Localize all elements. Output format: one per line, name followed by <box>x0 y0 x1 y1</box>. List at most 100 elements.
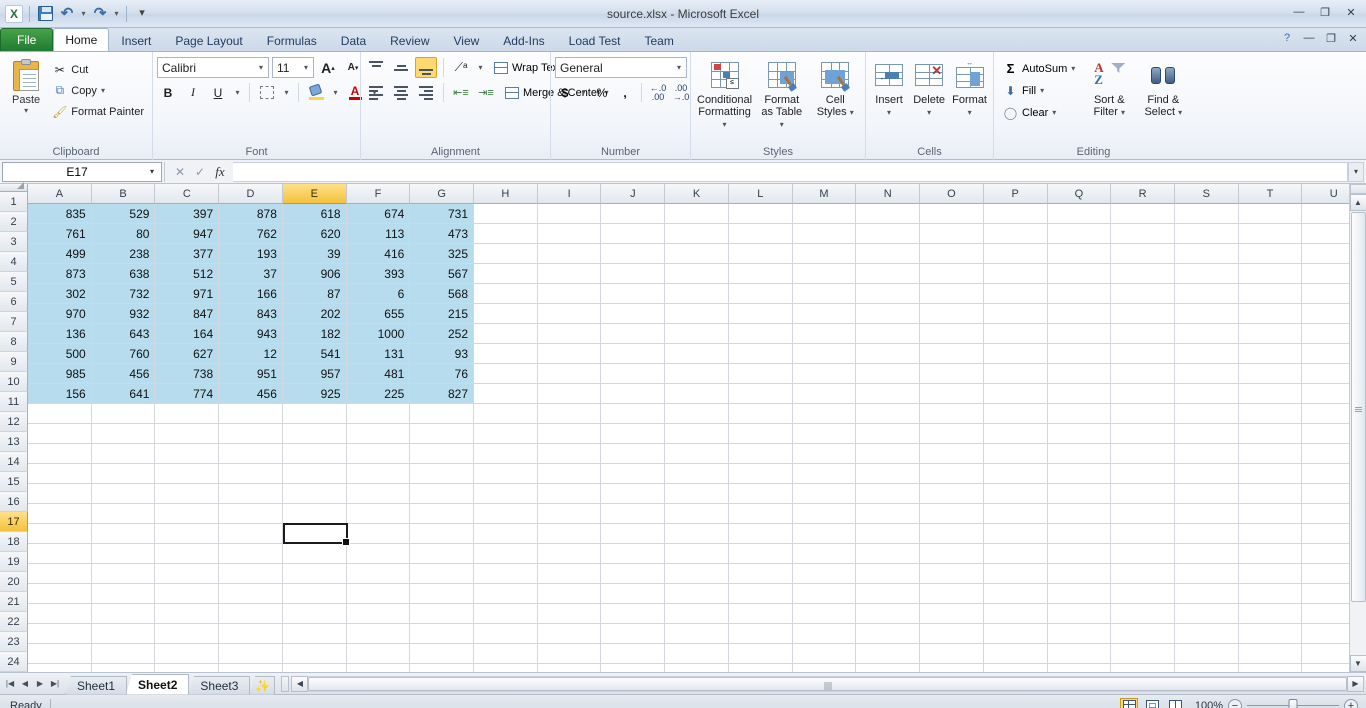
cell-B18[interactable] <box>91 544 156 564</box>
cell-M1[interactable] <box>792 204 857 224</box>
sort-and-filter-button[interactable]: A Z Sort & Filter ▾ <box>1084 57 1134 122</box>
cell-J11[interactable] <box>601 404 666 424</box>
cell-S8[interactable] <box>1174 344 1239 364</box>
column-header-a[interactable]: A <box>28 184 92 204</box>
cell-O14[interactable] <box>920 464 984 484</box>
cell-L24[interactable] <box>728 664 793 672</box>
row-header-19[interactable]: 19 <box>0 552 28 572</box>
orientation-caret-icon[interactable]: ▾ <box>475 57 486 78</box>
sheet-tab-sheet3[interactable]: Sheet3 <box>188 675 251 695</box>
cell-D7[interactable]: 943 <box>219 324 283 344</box>
cell-B16[interactable] <box>91 504 156 524</box>
column-header-f[interactable]: F <box>346 184 411 204</box>
cell-L11[interactable] <box>728 404 793 424</box>
zoom-in-button[interactable]: + <box>1344 698 1358 708</box>
cell-S13[interactable] <box>1174 444 1239 464</box>
cell-D8[interactable]: 12 <box>219 344 283 364</box>
cell-styles-caret-icon[interactable]: ▾ <box>850 108 854 117</box>
cell-R21[interactable] <box>1111 604 1175 624</box>
cell-C10[interactable]: 774 <box>155 384 220 404</box>
cell-I21[interactable] <box>537 604 602 624</box>
zoom-slider[interactable] <box>1247 698 1339 708</box>
cell-A2[interactable]: 761 <box>28 224 92 244</box>
cell-G20[interactable] <box>410 584 475 604</box>
orientation-button[interactable]: ⟋ᵃ <box>450 57 472 78</box>
page-break-view-button[interactable] <box>1166 698 1184 708</box>
cell-G13[interactable] <box>410 444 475 464</box>
cell-A21[interactable] <box>28 604 92 624</box>
cell-M5[interactable] <box>792 284 857 304</box>
cell-H12[interactable] <box>474 424 538 444</box>
cell-B6[interactable]: 932 <box>91 304 156 324</box>
cell-R11[interactable] <box>1111 404 1175 424</box>
cell-L8[interactable] <box>728 344 793 364</box>
cell-F13[interactable] <box>346 444 411 464</box>
cell-K2[interactable] <box>665 224 729 244</box>
cell-K4[interactable] <box>665 264 729 284</box>
cell-K21[interactable] <box>665 604 729 624</box>
cell-F19[interactable] <box>346 564 411 584</box>
cell-F6[interactable]: 655 <box>346 304 411 324</box>
cell-O11[interactable] <box>920 404 984 424</box>
cell-P2[interactable] <box>983 224 1048 244</box>
cell-I12[interactable] <box>537 424 602 444</box>
align-bottom-button[interactable] <box>415 57 437 78</box>
align-center-button[interactable] <box>390 82 412 103</box>
italic-button[interactable]: I <box>182 82 204 103</box>
column-header-h[interactable]: H <box>474 184 538 204</box>
cell-E21[interactable] <box>282 604 347 624</box>
cell-A4[interactable]: 873 <box>28 264 92 284</box>
cell-D22[interactable] <box>219 624 283 644</box>
cell-F22[interactable] <box>346 624 411 644</box>
cell-M10[interactable] <box>792 384 857 404</box>
cell-D15[interactable] <box>219 484 283 504</box>
cell-N13[interactable] <box>856 444 921 464</box>
cell-Q20[interactable] <box>1047 584 1112 604</box>
row-header-4[interactable]: 4 <box>0 252 28 272</box>
formula-input[interactable] <box>233 161 1348 182</box>
row-header-17[interactable]: 17 <box>0 512 28 532</box>
cell-I18[interactable] <box>537 544 602 564</box>
tab-page-layout[interactable]: Page Layout <box>163 29 254 51</box>
cell-M4[interactable] <box>792 264 857 284</box>
cell-E11[interactable] <box>282 404 347 424</box>
scroll-down-button[interactable]: ▼ <box>1349 655 1366 672</box>
cell-I11[interactable] <box>537 404 602 424</box>
cell-M8[interactable] <box>792 344 857 364</box>
scroll-left-button[interactable]: ◀ <box>291 675 309 692</box>
cell-L1[interactable] <box>728 204 793 224</box>
cell-T13[interactable] <box>1238 444 1303 464</box>
cell-C18[interactable] <box>155 544 220 564</box>
cell-M23[interactable] <box>792 644 857 664</box>
cell-I7[interactable] <box>537 324 602 344</box>
cell-E18[interactable] <box>282 544 347 564</box>
cell-T9[interactable] <box>1238 364 1303 384</box>
insert-cells-button[interactable]: ← Insert ▾ <box>870 57 908 122</box>
cell-T18[interactable] <box>1238 544 1303 564</box>
tab-team[interactable]: Team <box>632 29 685 51</box>
cell-P23[interactable] <box>983 644 1048 664</box>
cell-H17[interactable] <box>474 524 538 544</box>
sheet-tab-sheet1[interactable]: Sheet1 <box>65 675 128 695</box>
cell-P7[interactable] <box>983 324 1048 344</box>
horizontal-scroll-track[interactable] <box>308 675 1347 692</box>
cell-M2[interactable] <box>792 224 857 244</box>
cell-P10[interactable] <box>983 384 1048 404</box>
cell-L15[interactable] <box>728 484 793 504</box>
cell-L19[interactable] <box>728 564 793 584</box>
cell-A14[interactable] <box>28 464 92 484</box>
cell-P12[interactable] <box>983 424 1048 444</box>
row-header-24[interactable]: 24 <box>0 652 28 672</box>
horizontal-scroll-thumb[interactable] <box>308 676 1347 691</box>
cell-A15[interactable] <box>28 484 92 504</box>
cell-J14[interactable] <box>601 464 666 484</box>
cell-G10[interactable]: 827 <box>410 384 475 404</box>
cell-T6[interactable] <box>1238 304 1303 324</box>
column-header-k[interactable]: K <box>665 184 729 204</box>
cell-F10[interactable]: 225 <box>346 384 411 404</box>
cell-I6[interactable] <box>537 304 602 324</box>
cell-B13[interactable] <box>91 444 156 464</box>
cell-P20[interactable] <box>983 584 1048 604</box>
cell-styles-button[interactable]: Cell Styles ▾ <box>810 57 861 122</box>
cell-T5[interactable] <box>1238 284 1303 304</box>
